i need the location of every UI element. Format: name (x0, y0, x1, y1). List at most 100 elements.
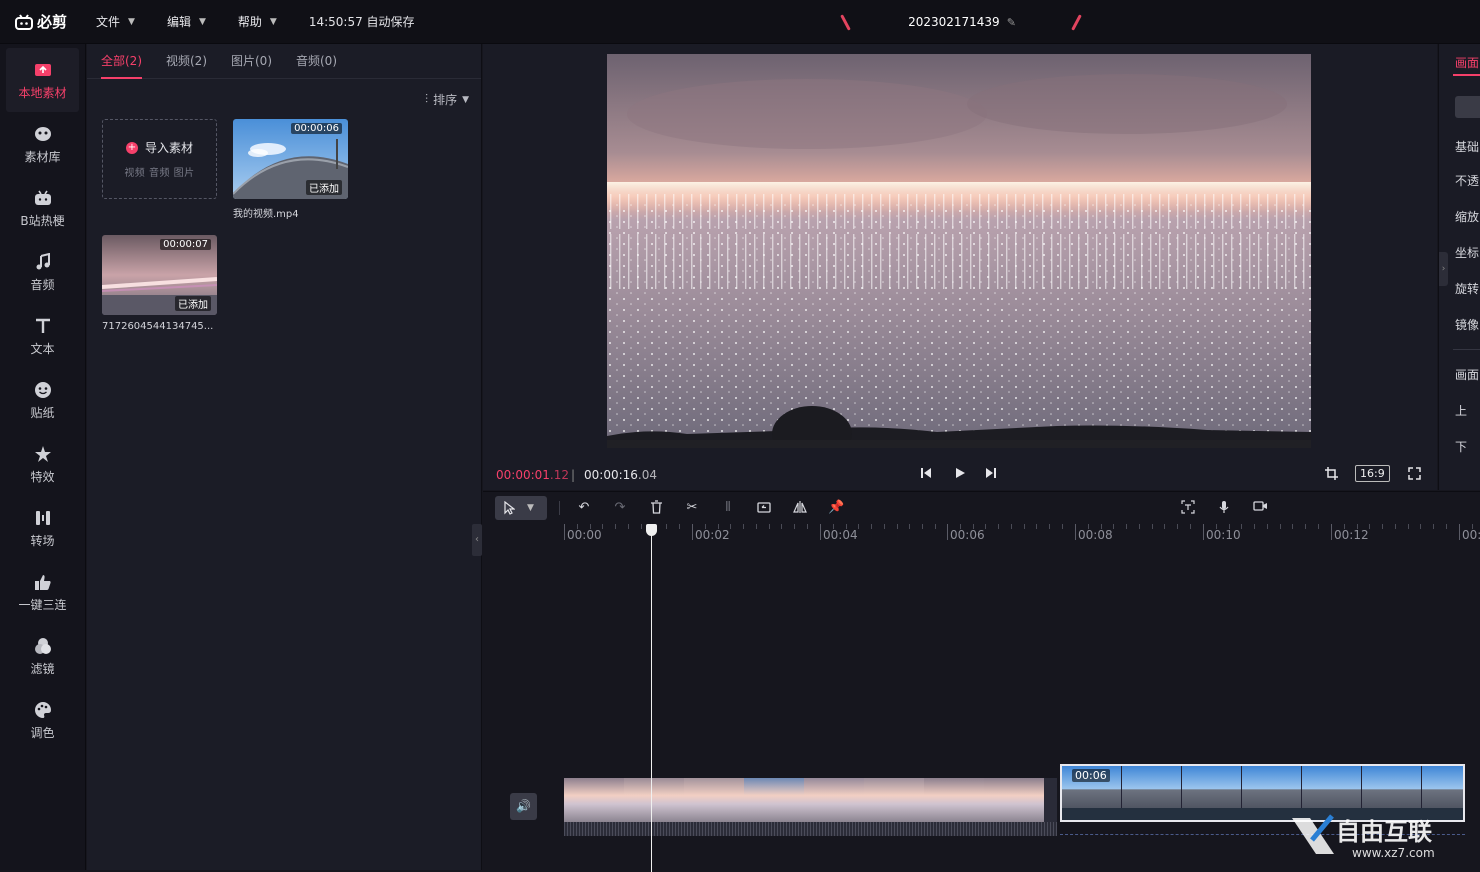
sort-button[interactable]: ⫶ 排序 ▼ (425, 91, 469, 108)
media-thumbnail[interactable]: 00:00:06 已添加 (233, 119, 348, 199)
ruler-minor-tick (1357, 524, 1358, 529)
tab-video[interactable]: 视频(2) (166, 44, 207, 79)
total-timecode: 00:00:16.04 (584, 468, 657, 482)
ruler-minor-tick (871, 524, 872, 529)
media-thumbnail[interactable]: 00:00:07 已添加 (102, 235, 217, 315)
ruler-major-tick (1203, 524, 1204, 540)
previous-frame-icon[interactable] (920, 467, 932, 482)
ruler-minor-tick (1126, 524, 1127, 529)
nav-local-media[interactable]: 本地素材 (6, 48, 79, 112)
clip-frame-thumbnail (1422, 766, 1463, 808)
nav-library[interactable]: 素材库 (0, 112, 85, 176)
preview-area: 00:00:01.12 | 00:00:16.04 16:9 (483, 44, 1437, 490)
thumbs-up-icon (33, 572, 53, 592)
ruler-minor-tick (858, 524, 859, 529)
sliders-icon: ⫶ (425, 92, 429, 106)
ruler-minor-tick (1229, 524, 1230, 529)
ruler-minor-tick (615, 524, 616, 529)
ruler-minor-tick (909, 524, 910, 529)
music-note-icon (33, 252, 53, 272)
top-bar: 必剪 文件 ▼ 编辑 ▼ 帮助 ▼ 14:50:57 自动保存 20230217143… (0, 0, 1480, 44)
clip-frame-thumbnail (1122, 766, 1182, 808)
clip-frame-thumbnail (1362, 766, 1422, 808)
decor-slash-icon (840, 14, 851, 31)
timeline-clip-fireworks[interactable] (564, 778, 1057, 836)
ruler-minor-tick (1267, 524, 1268, 529)
pin-icon[interactable]: 📌 (828, 500, 844, 516)
ruler-minor-tick (1472, 524, 1473, 529)
text-icon (33, 316, 53, 336)
ruler-minor-tick (1216, 524, 1217, 529)
collapse-panel-handle[interactable]: ‹ (472, 524, 482, 556)
bilibili-cut-logo-icon (15, 13, 33, 30)
ruler-minor-tick (998, 524, 999, 529)
nav-effects[interactable]: 特效 (0, 432, 85, 496)
tab-audio[interactable]: 音频(0) (296, 44, 337, 79)
nav-audio[interactable]: 音频 (0, 240, 85, 304)
ruler-minor-tick (884, 524, 885, 529)
added-badge: 已添加 (306, 180, 342, 195)
app-name: 必剪 (37, 13, 68, 31)
nav-triple-combo[interactable]: 一键三连 (0, 560, 85, 624)
nav-text[interactable]: 文本 (0, 304, 85, 368)
caption-recognition-icon[interactable] (1180, 500, 1196, 516)
ruler-minor-tick (1062, 524, 1063, 529)
ruler-minor-tick (985, 524, 986, 529)
menu-edit[interactable]: 编辑 ▼ (167, 13, 206, 30)
timeline-ruler[interactable]: 00:00 00:02 00:04 00:06 00:08 00:10 00:12 00: (483, 524, 1480, 548)
play-icon[interactable] (954, 467, 966, 482)
redo-icon[interactable]: ↷ (612, 500, 628, 516)
nav-stickers[interactable]: 贴纸 (0, 368, 85, 432)
plus-icon: + (125, 141, 138, 154)
clip-frame-thumbnail (1182, 766, 1242, 808)
camera-record-icon[interactable] (1252, 500, 1268, 516)
ruler-tick-label: 00: (1462, 528, 1480, 542)
ruler-minor-tick (1433, 524, 1434, 529)
tab-canvas[interactable]: 画面 (1455, 54, 1479, 71)
aspect-ratio-button[interactable]: 16:9 (1355, 465, 1390, 482)
ruler-tick-label: 00:12 (1334, 528, 1369, 542)
freeze-frame-icon[interactable]: ⦀ (720, 500, 736, 516)
project-name[interactable]: 202302171439 (908, 15, 1000, 29)
delete-icon[interactable] (648, 500, 664, 516)
undo-icon[interactable]: ↶ (576, 500, 592, 516)
ruler-minor-tick (666, 524, 667, 529)
ruler-tick-label: 00:06 (950, 528, 985, 542)
ruler-minor-tick (679, 524, 680, 529)
expand-panel-handle[interactable]: › (1439, 252, 1448, 286)
split-scissors-icon[interactable]: ✂ (684, 500, 700, 516)
sticker-icon (33, 380, 53, 400)
menu-help[interactable]: 帮助 ▼ (238, 13, 277, 30)
left-nav: 本地素材 素材库 B站热梗 音频 文本 贴纸 特效 转场 一键三连 滤镜 调色 (0, 44, 86, 870)
ruler-major-tick (820, 524, 821, 540)
prop-basic-label: 基础 (1455, 140, 1480, 154)
nav-bilibili-memes[interactable]: B站热梗 (0, 176, 85, 240)
ruler-tick-label: 00:04 (823, 528, 858, 542)
nav-filters[interactable]: 滤镜 (0, 624, 85, 688)
reverse-icon[interactable] (756, 500, 772, 516)
mirror-icon[interactable] (792, 500, 808, 516)
import-media-button[interactable]: + 导入素材 视频 音频 图片 (102, 119, 217, 199)
mute-audio-button[interactable]: 🔊 (510, 793, 537, 820)
nav-transitions[interactable]: 转场 (0, 496, 85, 560)
tab-image[interactable]: 图片(0) (231, 44, 272, 79)
edit-icon[interactable]: ✎ (1007, 16, 1016, 29)
microphone-icon[interactable] (1216, 500, 1232, 516)
preset-dropdown[interactable] (1455, 96, 1480, 118)
clip-frame-thumbnail (1302, 766, 1362, 808)
next-frame-icon[interactable] (985, 467, 997, 482)
menu-file[interactable]: 文件 ▼ (96, 13, 135, 30)
ruler-minor-tick (756, 524, 757, 529)
nav-color-grading[interactable]: 调色 (0, 688, 85, 752)
select-tool-button[interactable]: ▼ (495, 496, 547, 520)
decor-slash-icon (1071, 14, 1082, 31)
upload-icon (33, 60, 53, 80)
tab-all[interactable]: 全部(2) (101, 44, 142, 79)
app-logo: 必剪 (14, 11, 84, 32)
crop-icon[interactable] (1325, 467, 1338, 483)
playhead-line[interactable] (651, 532, 652, 872)
fullscreen-icon[interactable] (1408, 467, 1421, 483)
svg-text:自由互联: 自由互联 (1336, 818, 1432, 846)
media-library-panel: 全部(2) 视频(2) 图片(0) 音频(0) ⫶ 排序 ▼ + 导入素材 视频 … (87, 44, 482, 870)
watermark-logo: 自由互联 www.xz7.com (1292, 814, 1435, 860)
